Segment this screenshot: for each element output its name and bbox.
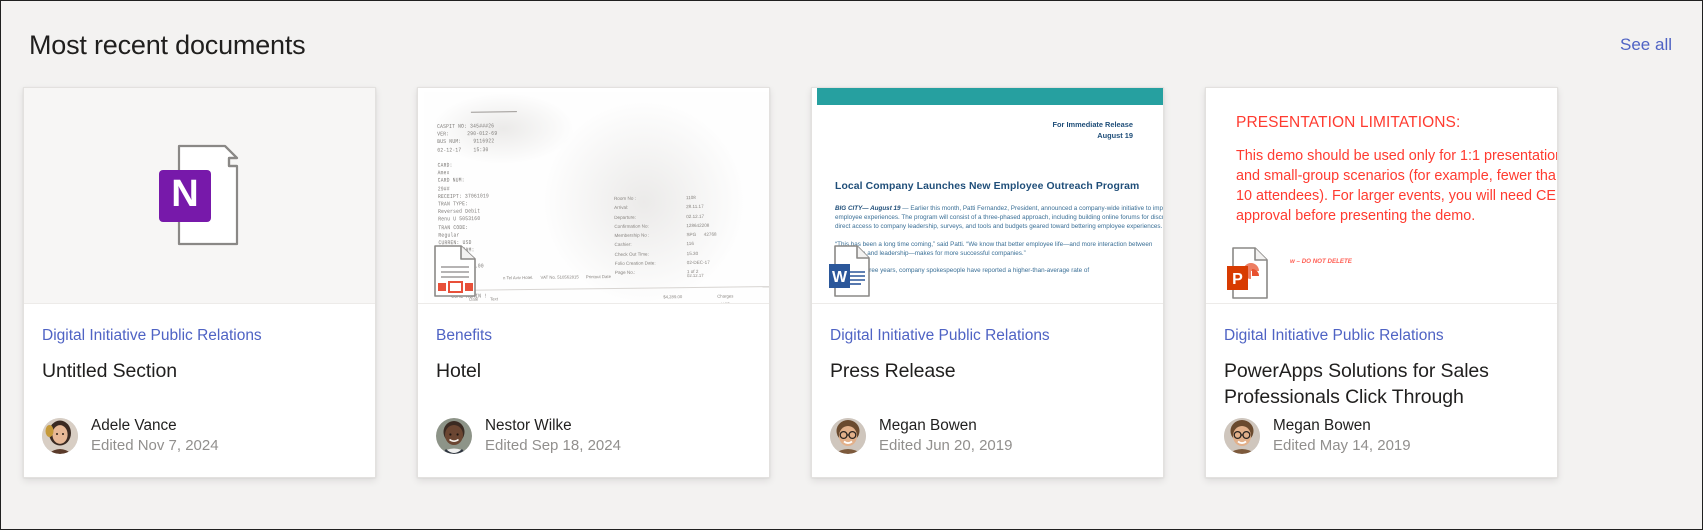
press-release-headline: Local Company Launches New Employee Outr…: [835, 181, 1140, 192]
slide-title: PRESENTATION LIMITATIONS:: [1236, 114, 1461, 131]
edited-date: Edited May 14, 2019: [1273, 437, 1411, 454]
receipt-table-charges: Charges: [717, 293, 734, 299]
see-all-link[interactable]: See all: [1620, 35, 1674, 55]
receipt-field-labels: Room No : Arrival: Departure: Confirmati…: [613, 195, 656, 276]
svg-text:W: W: [832, 269, 848, 286]
avatar: [42, 418, 78, 454]
document-card[interactable]: For Immediate Release August 19 Local Co…: [811, 87, 1164, 478]
author-meta: Nestor Wilke Edited Sep 18, 2024: [485, 416, 621, 456]
receipt-table-amount: $4,289.00: [663, 294, 683, 300]
avatar: [1224, 418, 1260, 454]
release-line-2: August 19: [1097, 130, 1133, 140]
document-card-list: N Digital Initiative Public Relations Un…: [23, 87, 1702, 478]
author-meta: Adele Vance Edited Nov 7, 2024: [91, 416, 219, 456]
site-link[interactable]: Digital Initiative Public Relations: [42, 326, 357, 345]
release-line-1: For Immediate Release: [1052, 120, 1133, 129]
author-name: Adele Vance: [91, 417, 177, 434]
press-release-body: BIG CITY— August 19 — Earlier this month…: [835, 204, 1163, 283]
card-body: Digital Initiative Public Relations Powe…: [1206, 304, 1557, 477]
document-title: Untitled Section: [42, 360, 177, 382]
document-title: Hotel: [436, 360, 482, 382]
svg-text:P: P: [1232, 271, 1243, 288]
onenote-file-icon: N: [24, 88, 375, 303]
avatar: [830, 418, 866, 454]
card-footer: Megan Bowen Edited May 14, 2019: [1224, 416, 1539, 477]
site-link[interactable]: Benefits: [436, 326, 751, 345]
author-name: Megan Bowen: [879, 417, 977, 434]
site-link[interactable]: Digital Initiative Public Relations: [1224, 326, 1539, 345]
document-card[interactable]: PRESENTATION LIMITATIONS: This demo shou…: [1205, 87, 1558, 478]
press-release-para-3: In the last three years, company spokesp…: [835, 267, 1090, 275]
document-preview[interactable]: PRESENTATION LIMITATIONS: This demo shou…: [1206, 88, 1557, 304]
section-header: Most recent documents See all: [1, 1, 1702, 89]
document-preview[interactable]: CASPIT NO: 345###26 VER: 290-012-69 BUS …: [418, 88, 769, 304]
document-title: Press Release: [830, 360, 956, 382]
edited-date: Edited Sep 18, 2024: [485, 437, 621, 454]
card-body: Digital Initiative Public Relations Unti…: [24, 304, 375, 477]
receipt-footer-right: 02.12.17: [686, 272, 704, 279]
press-release-lede: BIG CITY— August 19: [835, 205, 901, 212]
slide-note: w – DO NOT DELETE: [1290, 258, 1352, 265]
word-file-icon: W: [828, 245, 870, 297]
slide-body: This demo should be used only for 1:1 pr…: [1236, 148, 1557, 224]
document-card[interactable]: CASPIT NO: 345###26 VER: 290-012-69 BUS …: [417, 87, 770, 478]
card-body: Digital Initiative Public Relations Pres…: [812, 304, 1163, 477]
generic-file-icon: [434, 245, 476, 297]
author-meta: Megan Bowen Edited Jun 20, 2019: [879, 416, 1012, 456]
document-preview[interactable]: N: [24, 88, 375, 304]
page-title: Most recent documents: [29, 29, 306, 60]
document-preview[interactable]: For Immediate Release August 19 Local Co…: [812, 88, 1163, 304]
site-link[interactable]: Digital Initiative Public Relations: [830, 326, 1145, 345]
card-footer: Nestor Wilke Edited Sep 18, 2024: [436, 416, 751, 477]
powerpoint-file-icon: P: [1226, 247, 1268, 299]
card-footer: Adele Vance Edited Nov 7, 2024: [42, 416, 357, 477]
author-meta: Megan Bowen Edited May 14, 2019: [1273, 416, 1411, 456]
author-name: Megan Bowen: [1273, 417, 1371, 434]
receipt-table-currency: USD: [721, 302, 730, 303]
card-body: Benefits Hotel Nestor Wilke Edited Sep 1…: [418, 304, 769, 477]
edited-date: Edited Nov 7, 2024: [91, 437, 219, 454]
document-card[interactable]: N Digital Initiative Public Relations Un…: [23, 87, 376, 478]
recent-documents-page: Most recent documents See all N Digital …: [1, 1, 1702, 529]
receipt-field-values: 1108 28.11.17 02.12.17 128642208 SPG 427…: [685, 194, 717, 275]
author-name: Nestor Wilke: [485, 417, 572, 434]
document-title: PowerApps Solutions for Sales Profession…: [1224, 360, 1489, 408]
press-release-para-2: “This has been a long time coming,” said…: [835, 240, 1153, 257]
edited-date: Edited Jun 20, 2019: [879, 437, 1013, 454]
release-date-block: For Immediate Release August 19: [1052, 120, 1133, 141]
receipt-table-headers: Date Text: [469, 296, 499, 302]
svg-text:N: N: [171, 173, 198, 215]
card-footer: Megan Bowen Edited Jun 20, 2019: [830, 416, 1145, 477]
word-header-band: [817, 88, 1163, 105]
avatar: [436, 418, 472, 454]
